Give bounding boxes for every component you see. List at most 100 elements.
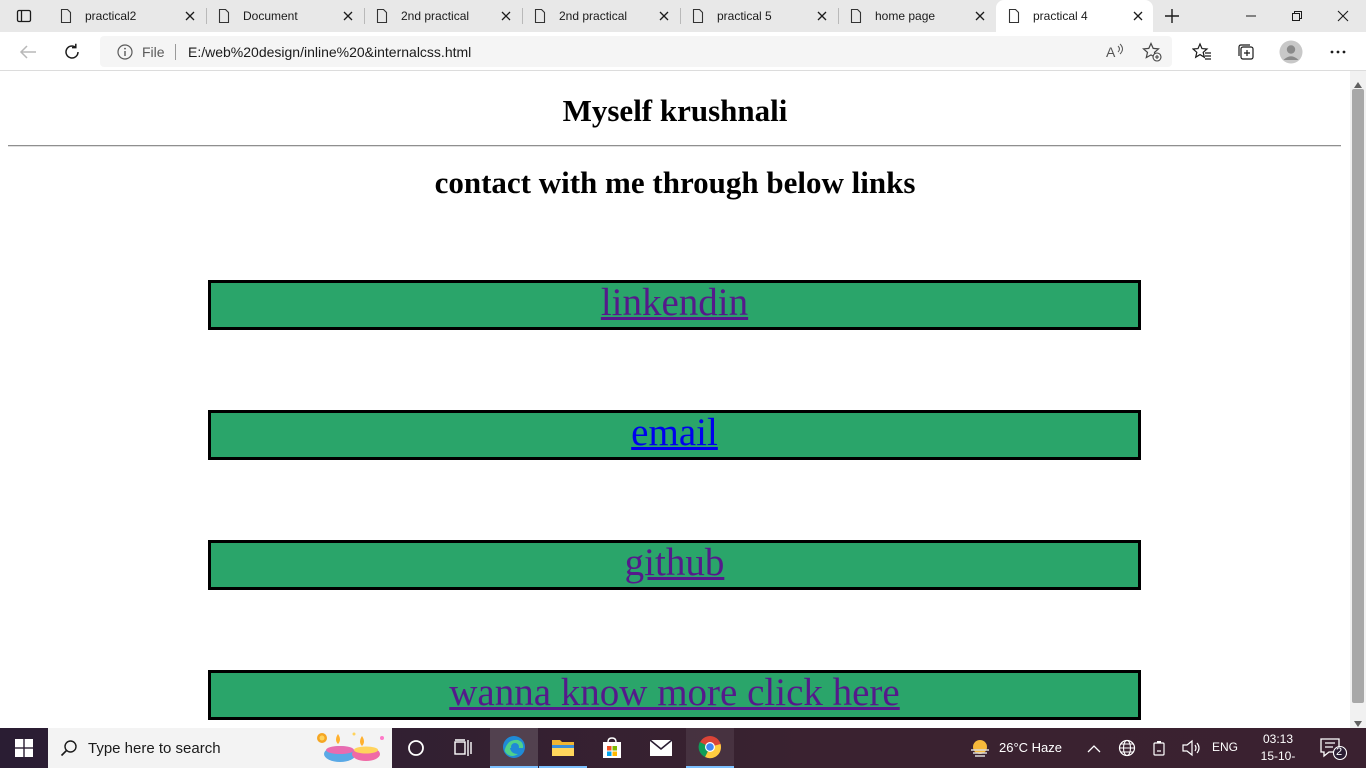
svg-text:A: A xyxy=(1106,44,1116,60)
tab-2nd-practical[interactable]: 2nd practical xyxy=(522,0,679,32)
link-box-more: wanna know more click here xyxy=(208,670,1141,720)
search-placeholder: Type here to search xyxy=(88,740,221,757)
system-clock[interactable]: 03:13 15-10-2022 xyxy=(1250,731,1306,768)
link-box-linkedin: linkendin xyxy=(208,280,1141,330)
plus-icon xyxy=(1165,9,1179,23)
taskbar-search-box[interactable]: Type here to search xyxy=(48,728,392,768)
profile-button[interactable] xyxy=(1278,39,1304,65)
document-icon xyxy=(692,8,704,26)
tab-title: practical2 xyxy=(85,9,137,23)
tab-practical-4[interactable]: practical 4 xyxy=(996,0,1153,32)
link-box-email: email xyxy=(208,410,1141,460)
collections-button[interactable] xyxy=(1233,39,1259,65)
edge-icon xyxy=(503,736,525,758)
taskbar-chrome[interactable] xyxy=(686,728,734,768)
language-indicator[interactable]: ENG xyxy=(1212,740,1238,754)
taskbar-file-explorer[interactable] xyxy=(539,728,587,768)
linkedin-link[interactable]: linkendin xyxy=(601,281,748,324)
mail-icon xyxy=(649,739,673,756)
taskbar: Type here to search 26°C Haze ENG 03:13 … xyxy=(0,728,1366,768)
favorites-button[interactable] xyxy=(1189,39,1215,65)
link-box-github: github xyxy=(208,540,1141,590)
close-icon[interactable] xyxy=(659,10,669,24)
site-info-label[interactable]: File xyxy=(142,44,165,60)
taskbar-mail[interactable] xyxy=(637,728,685,768)
chrome-icon xyxy=(698,736,721,759)
minimize-button[interactable] xyxy=(1228,0,1274,32)
read-aloud-icon[interactable]: A xyxy=(1105,42,1125,67)
tab-title: practical 4 xyxy=(1033,9,1088,23)
taskbar-microsoft-store[interactable] xyxy=(588,728,636,768)
close-icon[interactable] xyxy=(185,10,195,24)
vertical-scrollbar[interactable] xyxy=(1350,71,1366,728)
tab-actions-icon xyxy=(16,9,32,23)
page-content: Myself krushnali contact with me through… xyxy=(0,71,1350,728)
store-icon xyxy=(603,737,621,758)
close-icon[interactable] xyxy=(1133,10,1143,24)
info-icon[interactable] xyxy=(117,44,133,65)
tab-separator xyxy=(364,8,365,24)
start-button[interactable] xyxy=(0,728,48,768)
task-view-icon xyxy=(454,739,472,756)
github-link[interactable]: github xyxy=(625,541,725,584)
avatar-icon xyxy=(1279,40,1303,64)
new-tab-button[interactable] xyxy=(1160,4,1184,28)
close-window-button[interactable] xyxy=(1320,0,1366,32)
weather-haze-icon[interactable] xyxy=(969,738,991,763)
tab-practical-5[interactable]: practical 5 xyxy=(680,0,837,32)
navigation-toolbar: File E:/web%20design/inline%20&internalc… xyxy=(0,32,1366,71)
globe-network-icon[interactable] xyxy=(1118,739,1136,762)
address-separator xyxy=(175,44,176,60)
task-view-button[interactable] xyxy=(440,728,488,768)
arrow-left-icon xyxy=(19,45,36,59)
tab-actions-button[interactable] xyxy=(8,4,40,28)
taskbar-edge[interactable] xyxy=(490,728,538,768)
horizontal-rule xyxy=(8,145,1341,147)
document-icon xyxy=(218,8,230,26)
tab-home-page[interactable]: home page xyxy=(838,0,995,32)
tab-separator xyxy=(206,8,207,24)
settings-menu-button[interactable] xyxy=(1325,39,1351,65)
close-icon[interactable] xyxy=(975,10,985,24)
tab-practical2[interactable]: practical2 xyxy=(48,0,205,32)
url-text[interactable]: E:/web%20design/inline%20&internalcss.ht… xyxy=(188,44,471,60)
document-icon xyxy=(534,8,546,26)
add-favorite-icon[interactable] xyxy=(1142,42,1162,67)
close-icon[interactable] xyxy=(501,10,511,24)
search-icon xyxy=(60,739,78,762)
page-title: Myself krushnali xyxy=(562,93,788,128)
scrollbar-thumb[interactable] xyxy=(1352,89,1364,703)
close-icon[interactable] xyxy=(817,10,827,24)
minimize-icon xyxy=(1246,15,1256,17)
chevron-up-icon[interactable] xyxy=(1087,741,1101,759)
document-icon xyxy=(376,8,388,26)
cortana-button[interactable] xyxy=(392,728,440,768)
tab-strip: practical2 Document 2nd practical 2nd pr… xyxy=(0,0,1366,32)
more-icon xyxy=(1330,50,1346,54)
favorites-icon xyxy=(1192,42,1211,60)
speaker-icon[interactable] xyxy=(1181,739,1201,762)
tab-title: practical 5 xyxy=(717,9,772,23)
tab-title: home page xyxy=(875,9,936,23)
address-bar[interactable]: File E:/web%20design/inline%20&internalc… xyxy=(100,36,1172,67)
windows-logo-icon xyxy=(15,739,33,757)
cortana-circle-icon xyxy=(408,740,424,756)
know-more-link[interactable]: wanna know more click here xyxy=(449,671,899,714)
restore-icon xyxy=(1292,11,1302,21)
collections-icon xyxy=(1238,44,1254,60)
tab-document[interactable]: Document xyxy=(206,0,363,32)
notification-count: 2 xyxy=(1336,746,1343,758)
refresh-icon xyxy=(65,43,79,59)
weather-text[interactable]: 26°C Haze xyxy=(999,740,1062,755)
page-subtitle: contact with me through below links xyxy=(434,165,916,200)
notification-center-icon[interactable]: 2 xyxy=(1320,737,1348,766)
folder-icon xyxy=(552,740,574,756)
email-link[interactable]: email xyxy=(631,411,718,454)
refresh-button[interactable] xyxy=(59,39,85,65)
back-button[interactable] xyxy=(15,39,41,65)
restore-button[interactable] xyxy=(1274,0,1320,32)
diwali-lamp-icon xyxy=(312,730,392,768)
close-icon[interactable] xyxy=(343,10,353,24)
tab-2nd-practical[interactable]: 2nd practical xyxy=(364,0,521,32)
battery-icon[interactable] xyxy=(1151,739,1167,762)
